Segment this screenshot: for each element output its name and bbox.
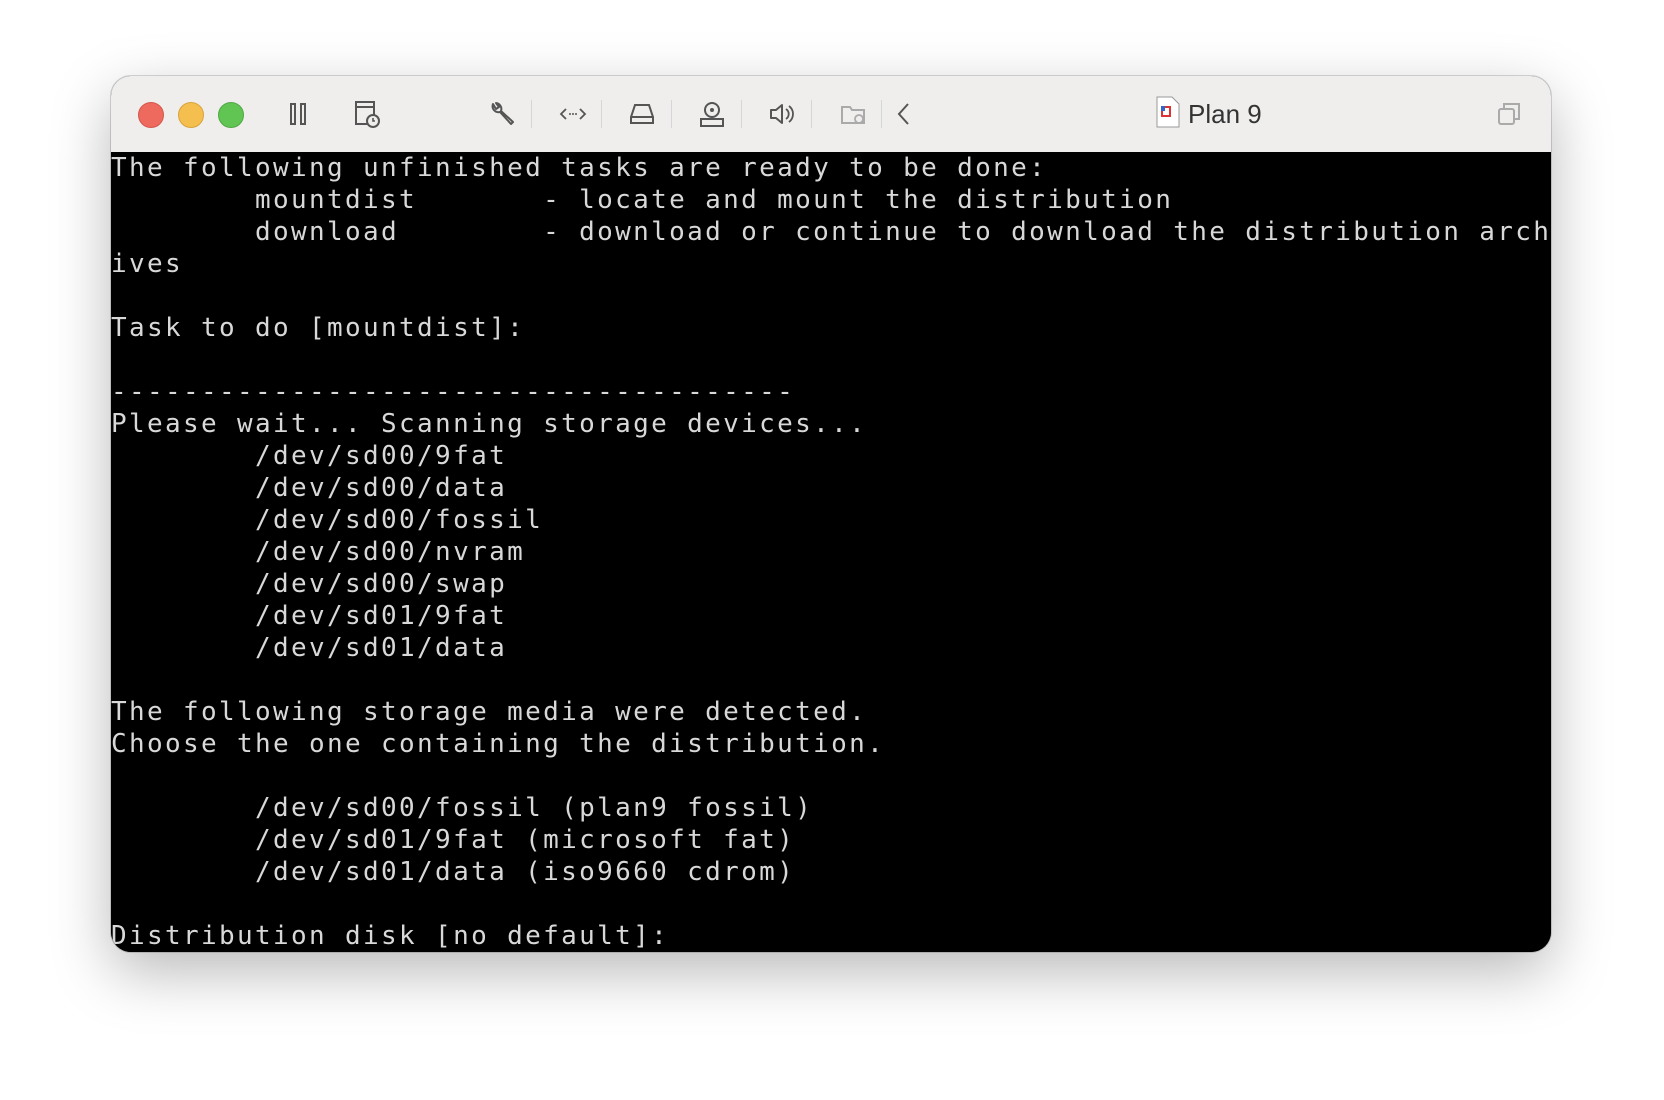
toolbar-divider xyxy=(601,100,602,128)
console-line: The following unfinished tasks are ready… xyxy=(111,153,1048,183)
speaker-icon[interactable] xyxy=(765,98,797,130)
console-line: Choose the one containing the distributi… xyxy=(111,729,886,759)
console-line: ives xyxy=(111,249,184,279)
title-bar: Plan 9 xyxy=(111,76,1551,153)
code-icon[interactable] xyxy=(557,98,589,130)
toolbar-divider xyxy=(881,100,882,128)
console-line: Distribution disk [no default]: xyxy=(111,921,670,951)
toolbar-divider xyxy=(671,100,672,128)
console-line: /dev/sd00/9fat xyxy=(111,441,508,471)
console-line: /dev/sd00/nvram xyxy=(111,537,526,567)
toolbar-divider xyxy=(531,100,532,128)
console-line: -------------------------------------- xyxy=(111,377,796,407)
minimize-button[interactable] xyxy=(178,102,204,128)
console-line: The following storage media were detecte… xyxy=(111,697,868,727)
console-line: /dev/sd01/data (iso9660 cdrom) xyxy=(111,857,796,887)
chevron-left-icon[interactable] xyxy=(888,98,920,130)
snapshot-icon[interactable] xyxy=(351,98,383,130)
toolbar-divider xyxy=(811,100,812,128)
vm-window: Plan 9 The following unfinished tasks ar… xyxy=(111,76,1551,952)
document-icon xyxy=(1156,96,1180,133)
console-line: download - download or continue to downl… xyxy=(111,217,1551,247)
shared-folder-icon[interactable] xyxy=(838,98,870,130)
copy-window-icon[interactable] xyxy=(1493,98,1525,130)
console-line: /dev/sd00/fossil xyxy=(111,505,544,535)
console-line: /dev/sd01/data xyxy=(111,633,508,663)
pause-icon[interactable] xyxy=(282,98,314,130)
console-line: mountdist - locate and mount the distrib… xyxy=(111,185,1174,215)
console-line: /dev/sd01/9fat (microsoft fat) xyxy=(111,825,796,855)
console-line: /dev/sd00/data xyxy=(111,473,508,503)
close-button[interactable] xyxy=(138,102,164,128)
console-line: Task to do [mountdist]: xyxy=(111,313,526,343)
wrench-icon[interactable] xyxy=(486,98,518,130)
console-line: /dev/sd00/swap xyxy=(111,569,508,599)
disk-icon[interactable] xyxy=(626,98,658,130)
console-line: /dev/sd00/fossil (plan9 fossil) xyxy=(111,793,814,823)
zoom-button[interactable] xyxy=(218,102,244,128)
toolbar-divider xyxy=(741,100,742,128)
window-title: Plan 9 xyxy=(1156,96,1262,132)
console-line: Please wait... Scanning storage devices.… xyxy=(111,409,868,439)
usb-icon[interactable] xyxy=(696,98,728,130)
vm-console[interactable]: The following unfinished tasks are ready… xyxy=(111,152,1551,952)
window-title-text: Plan 9 xyxy=(1188,98,1262,129)
console-line: /dev/sd01/9fat xyxy=(111,601,508,631)
